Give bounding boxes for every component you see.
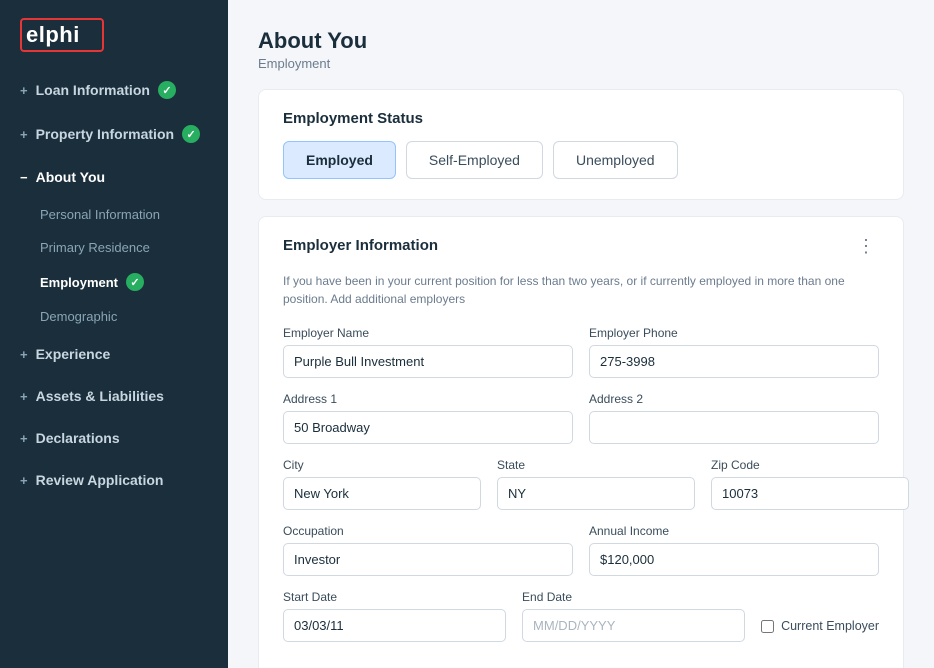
current-employer-checkbox[interactable]	[761, 620, 774, 633]
plus-icon: +	[20, 431, 28, 446]
employer-info-title: Employer Information	[283, 237, 438, 254]
occupation-label: Occupation	[283, 524, 573, 538]
annual-income-input[interactable]	[589, 543, 879, 576]
unemployed-button[interactable]: Unemployed	[553, 141, 678, 179]
form-row-1: Employer Name Employer Phone	[283, 326, 879, 378]
form-row-2: Address 1 Address 2	[283, 392, 879, 444]
sub-nav-label: Employment	[40, 275, 118, 290]
sidebar-item-experience[interactable]: + Experience	[0, 333, 228, 375]
plus-icon: +	[20, 473, 28, 488]
sidebar-item-assets-liabilities[interactable]: + Assets & Liabilities	[0, 375, 228, 417]
start-date-group: Start Date	[283, 590, 506, 642]
sidebar-item-label: About You	[36, 169, 105, 185]
sidebar-nav: + Loan Information ✓ + Property Informat…	[0, 68, 228, 668]
sidebar-item-loan-information[interactable]: + Loan Information ✓	[0, 68, 228, 112]
employment-status-title: Employment Status	[283, 110, 879, 127]
zip-group: Zip Code	[711, 458, 909, 510]
address1-label: Address 1	[283, 392, 573, 406]
end-date-group: End Date	[522, 590, 745, 642]
current-employer-label: Current Employer	[781, 619, 879, 633]
employer-card-description: If you have been in your current positio…	[283, 272, 879, 308]
sidebar-item-employment[interactable]: Employment ✓	[0, 264, 228, 300]
city-input[interactable]	[283, 477, 481, 510]
employer-card-header: Employer Information ⋮	[283, 237, 879, 268]
sub-nav-label: Personal Information	[40, 207, 160, 222]
employer-phone-group: Employer Phone	[589, 326, 879, 378]
employer-information-card: Employer Information ⋮ If you have been …	[258, 216, 904, 668]
check-icon: ✓	[158, 81, 176, 99]
plus-icon: +	[20, 389, 28, 404]
annual-income-label: Annual Income	[589, 524, 879, 538]
occupation-group: Occupation	[283, 524, 573, 576]
page-subtitle: Employment	[258, 56, 904, 71]
sidebar-item-primary-residence[interactable]: Primary Residence	[0, 231, 228, 264]
sub-nav-label: Primary Residence	[40, 240, 150, 255]
plus-icon: +	[20, 83, 28, 98]
address1-group: Address 1	[283, 392, 573, 444]
zip-input[interactable]	[711, 477, 909, 510]
sidebar-item-personal-information[interactable]: Personal Information	[0, 198, 228, 231]
sidebar-item-label: Review Application	[36, 472, 164, 488]
zip-label: Zip Code	[711, 458, 909, 472]
start-date-input[interactable]	[283, 609, 506, 642]
start-date-label: Start Date	[283, 590, 506, 604]
city-group: City	[283, 458, 481, 510]
end-date-input[interactable]	[522, 609, 745, 642]
address2-label: Address 2	[589, 392, 879, 406]
employer-name-input[interactable]	[283, 345, 573, 378]
employed-button[interactable]: Employed	[283, 141, 396, 179]
city-label: City	[283, 458, 481, 472]
minus-icon: −	[20, 170, 28, 185]
employer-name-group: Employer Name	[283, 326, 573, 378]
sidebar-item-review-application[interactable]: + Review Application	[0, 459, 228, 501]
sidebar-item-label: Declarations	[36, 430, 120, 446]
employer-phone-label: Employer Phone	[589, 326, 879, 340]
sidebar-item-label: Property Information	[36, 126, 174, 142]
state-group: State	[497, 458, 695, 510]
sidebar-item-property-information[interactable]: + Property Information ✓	[0, 112, 228, 156]
check-icon: ✓	[182, 125, 200, 143]
sidebar-item-about-you[interactable]: − About You	[0, 156, 228, 198]
occupation-input[interactable]	[283, 543, 573, 576]
form-row-5: Start Date End Date Current Employer	[283, 590, 879, 642]
logo-text: elphi	[20, 18, 104, 52]
main-content: About You Employment Employment Status E…	[228, 0, 934, 668]
state-label: State	[497, 458, 695, 472]
current-employer-group: Current Employer	[761, 610, 879, 642]
sub-nav-label: Demographic	[40, 309, 117, 324]
form-row-4: Occupation Annual Income	[283, 524, 879, 576]
sidebar-item-declarations[interactable]: + Declarations	[0, 417, 228, 459]
sidebar-item-label: Assets & Liabilities	[36, 388, 164, 404]
form-row-3: City State Zip Code	[283, 458, 879, 510]
employment-status-buttons: Employed Self-Employed Unemployed	[283, 141, 879, 179]
sidebar-item-label: Loan Information	[36, 82, 150, 98]
employer-name-label: Employer Name	[283, 326, 573, 340]
dots-menu-button[interactable]: ⋮	[853, 237, 879, 255]
annual-income-group: Annual Income	[589, 524, 879, 576]
sidebar-logo: elphi	[0, 0, 228, 68]
page-title: About You	[258, 28, 904, 54]
sidebar-item-label: Experience	[36, 346, 111, 362]
sidebar: elphi + Loan Information ✓ + Property In…	[0, 0, 228, 668]
sidebar-item-demographic[interactable]: Demographic	[0, 300, 228, 333]
employer-phone-input[interactable]	[589, 345, 879, 378]
plus-icon: +	[20, 127, 28, 142]
state-input[interactable]	[497, 477, 695, 510]
plus-icon: +	[20, 347, 28, 362]
sub-nav-about-you: Personal Information Primary Residence E…	[0, 198, 228, 333]
address1-input[interactable]	[283, 411, 573, 444]
employment-status-card: Employment Status Employed Self-Employed…	[258, 89, 904, 200]
address2-input[interactable]	[589, 411, 879, 444]
address2-group: Address 2	[589, 392, 879, 444]
check-icon: ✓	[126, 273, 144, 291]
self-employed-button[interactable]: Self-Employed	[406, 141, 543, 179]
end-date-label: End Date	[522, 590, 745, 604]
